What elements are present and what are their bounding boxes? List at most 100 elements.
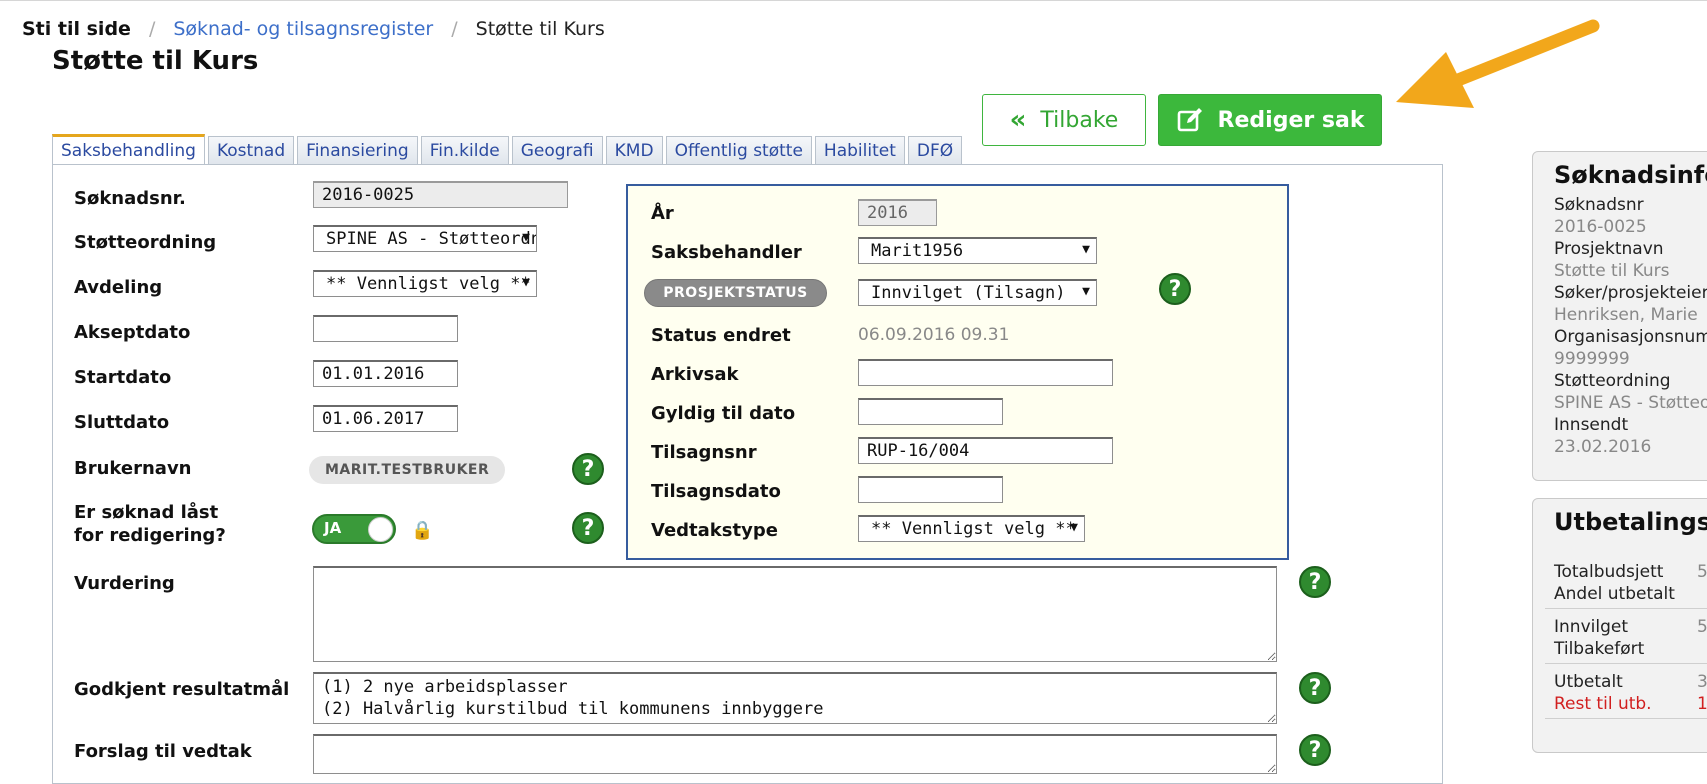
avdeling-select-value: ** Vennligst velg ** (326, 274, 531, 294)
side-key-soker: Søker/prosjekteier (1554, 283, 1707, 303)
side-val-totalbudsjett: 5 (1697, 562, 1707, 582)
avdeling-label: Avdeling (74, 277, 163, 298)
caret-down-icon: ▼ (522, 275, 530, 290)
vurdering-textarea[interactable] (313, 566, 1277, 662)
tab-kmd[interactable]: KMD (605, 136, 663, 165)
page-title: Støtte til Kurs (52, 46, 259, 76)
gyldig-til-label: Gyldig til dato (651, 403, 796, 424)
back-button[interactable]: « Tilbake (982, 94, 1146, 146)
status-endret-label: Status endret (651, 325, 791, 346)
saksbehandler-select[interactable]: Marit1956 ▼ (858, 237, 1097, 264)
caret-down-icon: ▼ (1082, 242, 1090, 257)
side-val-innvilget: 5 (1697, 617, 1707, 637)
side-key-innvilget: Innvilget (1554, 617, 1628, 637)
laast-label-line2: for redigering? (74, 525, 226, 546)
vedtakstype-select[interactable]: ** Vennligst velg ** ▼ (858, 515, 1085, 542)
akseptdato-field[interactable] (313, 315, 458, 342)
edit-case-button[interactable]: Rediger sak (1158, 94, 1382, 146)
lock-icon: 🔒 (411, 520, 434, 541)
side-key-andel-utbetalt: Andel utbetalt (1554, 584, 1675, 604)
tilsagnsnr-field[interactable]: RUP-16/004 (858, 437, 1113, 464)
side-key-prosjektnavn: Prosjektnavn (1554, 239, 1664, 259)
help-icon[interactable]: ? (1299, 734, 1331, 766)
akseptdato-label: Akseptdato (74, 322, 191, 343)
sluttdato-label: Sluttdato (74, 412, 170, 433)
side-val-stotteordning: SPINE AS - Støtteordning (1554, 393, 1707, 413)
tab-habilitet[interactable]: Habilitet (814, 136, 905, 165)
tab-finansiering[interactable]: Finansiering (297, 136, 418, 165)
help-icon[interactable]: ? (1159, 273, 1191, 305)
caret-down-icon: ▼ (522, 230, 530, 245)
resultatmal-textarea[interactable]: (1) 2 nye arbeidsplasser (2) Halvårlig k… (313, 672, 1277, 724)
divider (1545, 608, 1707, 609)
breadcrumb-separator: / (451, 18, 458, 40)
back-button-label: Tilbake (1040, 107, 1119, 133)
soknadsnr-field: 2016-0025 (313, 181, 568, 208)
soknadsnr-label: Søknadsnr. (74, 188, 186, 209)
top-border (0, 0, 1707, 1)
prosjektstatus-select-value: Innvilget (Tilsagn) (871, 283, 1066, 303)
caret-down-icon: ▼ (1070, 520, 1078, 535)
stotteordning-label: Støtteordning (74, 232, 217, 253)
side-val-utbetalt: 3 (1697, 672, 1707, 692)
utbetalingsinfo-title: Utbetalingsinfo (1554, 508, 1707, 536)
arkivsak-field[interactable] (858, 359, 1113, 386)
help-icon[interactable]: ? (1299, 672, 1331, 704)
vurdering-label: Vurdering (74, 573, 175, 594)
side-key-stotteordning: Støtteordning (1554, 371, 1671, 391)
side-val-innsendt: 23.02.2016 (1554, 437, 1652, 457)
soknadsinfo-title: Søknadsinfo (1554, 161, 1707, 189)
saksbehandler-label: Saksbehandler (651, 242, 802, 263)
tilsagnsnr-label: Tilsagnsnr (651, 442, 757, 463)
arkivsak-label: Arkivsak (651, 364, 739, 385)
startdato-field[interactable]: 01.01.2016 (313, 360, 458, 387)
saksbehandler-select-value: Marit1956 (871, 241, 964, 261)
avdeling-select[interactable]: ** Vennligst velg ** ▼ (313, 270, 537, 297)
breadcrumb-separator: / (148, 18, 156, 40)
vedtakstype-select-value: ** Vennligst velg ** (871, 519, 1076, 539)
side-key-rest-til-utb: Rest til utb. (1554, 694, 1652, 714)
side-val-prosjektnavn: Støtte til Kurs (1554, 261, 1670, 281)
help-icon[interactable]: ? (572, 453, 604, 485)
startdato-label: Startdato (74, 367, 172, 388)
annotation-arrow-icon (1396, 19, 1600, 108)
tab-kostnad[interactable]: Kostnad (207, 136, 295, 165)
side-key-utbetalt: Utbetalt (1554, 672, 1623, 692)
vedtakstype-label: Vedtakstype (651, 520, 778, 541)
gyldig-til-field[interactable] (858, 398, 1003, 425)
lock-toggle[interactable]: JA (312, 514, 396, 544)
sluttdato-field[interactable]: 01.06.2017 (313, 405, 458, 432)
edit-icon (1177, 108, 1202, 132)
stotteordning-select[interactable]: SPINE AS - Støtteordning ▼ (313, 225, 537, 252)
tilsagnsdato-label: Tilsagnsdato (651, 481, 781, 502)
side-val-soker: Henriksen, Marie (1554, 305, 1698, 325)
help-icon[interactable]: ? (572, 512, 604, 544)
laast-label-line1: Er søknad låst (74, 502, 219, 523)
lock-toggle-label: JA (324, 519, 342, 537)
side-key-orgnr: Organisasjonsnummer (1554, 327, 1707, 347)
brukernavn-label: Brukernavn (74, 458, 192, 479)
resultatmal-label: Godkjent resultatmål (74, 679, 290, 700)
prosjektstatus-select[interactable]: Innvilget (Tilsagn) ▼ (858, 279, 1097, 306)
divider (1545, 663, 1707, 664)
tab-saksbehandling[interactable]: Saksbehandling (52, 134, 205, 165)
side-key-totalbudsjett: Totalbudsjett (1554, 562, 1664, 582)
edit-case-button-label: Rediger sak (1217, 107, 1365, 133)
tab-dfo[interactable]: DFØ (907, 136, 963, 165)
breadcrumb-label: Sti til side (22, 18, 131, 40)
ar-label: År (651, 203, 674, 224)
toggle-knob (368, 517, 393, 542)
tilsagnsdato-field[interactable] (858, 476, 1003, 503)
tab-geografi[interactable]: Geografi (511, 136, 603, 165)
caret-down-icon: ▼ (1082, 284, 1090, 299)
tab-fin-kilde[interactable]: Fin.kilde (420, 136, 509, 165)
double-chevron-left-icon: « (1009, 105, 1027, 135)
side-key-innsendt: Innsendt (1554, 415, 1629, 435)
help-icon[interactable]: ? (1299, 566, 1331, 598)
forslag-textarea[interactable] (313, 734, 1277, 774)
tab-bar: Saksbehandling Kostnad Finansiering Fin.… (52, 134, 965, 165)
breadcrumb-link-register[interactable]: Søknad- og tilsagnsregister (173, 18, 433, 40)
stotteordning-select-value: SPINE AS - Støtteordning (326, 229, 536, 249)
divider (1545, 718, 1707, 719)
tab-offentlig-stotte[interactable]: Offentlig støtte (665, 136, 812, 165)
